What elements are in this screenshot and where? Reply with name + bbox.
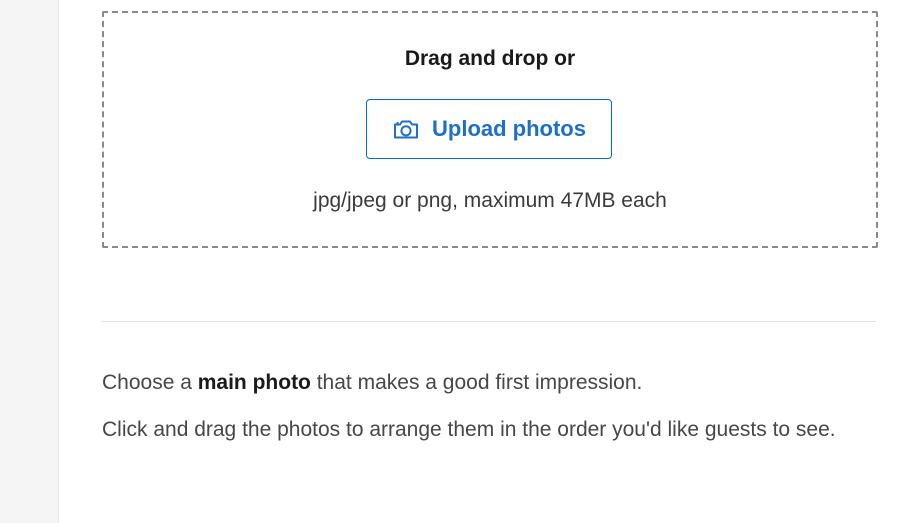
- arrange-photos-instruction: Click and drag the photos to arrange the…: [102, 418, 836, 441]
- section-divider: [102, 321, 876, 322]
- main-photo-text-suffix: that makes a good first impression.: [310, 371, 643, 394]
- photo-upload-section: Drag and drop or Upload photos jpg/jpeg …: [102, 0, 878, 523]
- camera-icon: [394, 120, 418, 139]
- main-photo-text-prefix: Choose a: [102, 371, 198, 394]
- file-format-hint: jpg/jpeg or png, maximum 47MB each: [313, 189, 667, 212]
- upload-photos-button[interactable]: Upload photos: [366, 99, 612, 159]
- photo-instructions: Choose a main photo that makes a good fi…: [102, 366, 862, 446]
- main-photo-instruction: Choose a main photo that makes a good fi…: [102, 366, 862, 399]
- main-photo-emphasis: main photo: [197, 371, 311, 394]
- left-rail: [0, 0, 59, 523]
- upload-photos-label: Upload photos: [432, 116, 586, 141]
- photo-dropzone[interactable]: Drag and drop or Upload photos jpg/jpeg …: [102, 11, 878, 248]
- dropzone-heading: Drag and drop or: [404, 47, 576, 70]
